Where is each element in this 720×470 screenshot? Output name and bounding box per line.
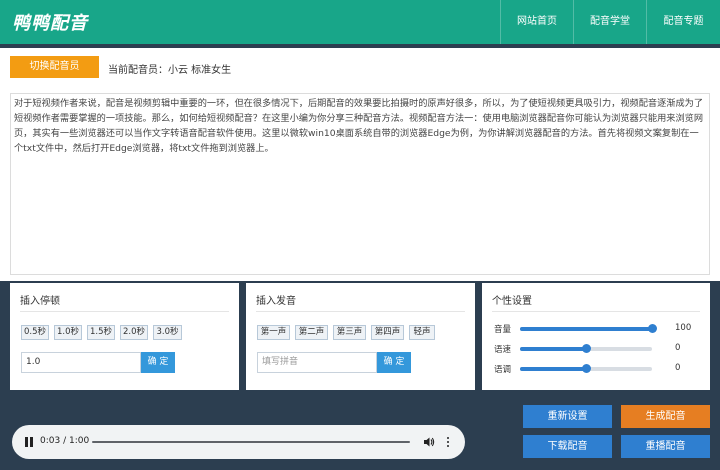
- speed-slider[interactable]: [520, 344, 652, 353]
- insert-pronunciation-card: 插入发音 第一声 第二声 第三声 第四声 轻声 填写拼音 确 定: [246, 283, 475, 390]
- slider-fill: [520, 347, 586, 351]
- pitch-slider[interactable]: [520, 364, 652, 373]
- personal-settings-card: 个性设置 音量 100 语速 0 语调 0: [482, 283, 710, 390]
- slider-thumb[interactable]: [582, 364, 591, 373]
- nav-home[interactable]: 网站首页: [500, 0, 573, 44]
- pinyin-confirm-button[interactable]: 确 定: [377, 352, 411, 373]
- playback-progress[interactable]: [92, 441, 410, 443]
- pause-chip[interactable]: 0.5秒: [21, 325, 49, 340]
- divider: [492, 311, 700, 312]
- tone-chip[interactable]: 第二声: [295, 325, 328, 340]
- download-button[interactable]: 下载配音: [523, 435, 612, 458]
- pause-duration-input[interactable]: 1.0: [21, 352, 141, 373]
- volume-label: 音量: [494, 325, 512, 335]
- replay-button[interactable]: 重播配音: [621, 435, 710, 458]
- divider: [256, 311, 465, 312]
- header-bar: 鸭鸭配音 网站首页 配音学堂 配音专题: [0, 0, 720, 44]
- slider-fill: [520, 367, 586, 371]
- slider-thumb[interactable]: [582, 344, 591, 353]
- pause-chip[interactable]: 1.0秒: [54, 325, 82, 340]
- current-voice-label: 当前配音员：小云 标准女生: [108, 65, 232, 76]
- nav-school[interactable]: 配音学堂: [573, 0, 646, 44]
- speed-value: 0: [675, 343, 681, 353]
- more-options-icon[interactable]: [446, 436, 450, 448]
- volume-slider[interactable]: [520, 324, 657, 333]
- card-title: 个性设置: [492, 296, 532, 307]
- pause-icon[interactable]: [24, 437, 34, 447]
- switch-voice-button[interactable]: 切换配音员: [10, 56, 99, 78]
- site-logo[interactable]: 鸭鸭配音: [12, 9, 88, 35]
- card-title: 插入发音: [256, 296, 296, 307]
- pause-chip[interactable]: 3.0秒: [153, 325, 182, 340]
- pinyin-input[interactable]: 填写拼音: [257, 352, 377, 373]
- card-title: 插入停顿: [20, 296, 60, 307]
- slider-fill: [520, 327, 652, 331]
- tone-chip[interactable]: 第三声: [333, 325, 366, 340]
- speed-label: 语速: [494, 345, 512, 355]
- playback-time: 0:03 / 1:00: [40, 436, 90, 446]
- nav-topics[interactable]: 配音专题: [646, 0, 720, 44]
- pitch-value: 0: [675, 363, 681, 373]
- audio-player: 0:03 / 1:00: [12, 425, 465, 459]
- slider-thumb[interactable]: [648, 324, 657, 333]
- tone-chip[interactable]: 轻声: [409, 325, 435, 340]
- tone-chip[interactable]: 第四声: [371, 325, 404, 340]
- generate-button[interactable]: 生成配音: [621, 405, 710, 428]
- tone-chip[interactable]: 第一声: [257, 325, 290, 340]
- pause-chip[interactable]: 1.5秒: [87, 325, 115, 340]
- reset-button[interactable]: 重新设置: [523, 405, 612, 428]
- volume-value: 100: [675, 323, 692, 333]
- pause-chip[interactable]: 2.0秒: [120, 325, 148, 340]
- pitch-label: 语调: [494, 365, 512, 375]
- pause-confirm-button[interactable]: 确 定: [141, 352, 175, 373]
- volume-icon[interactable]: [423, 436, 435, 448]
- editor-panel: 切换配音员 当前配音员：小云 标准女生 对于短视频作者来说，配音是视频剪辑中重要…: [0, 48, 720, 281]
- divider: [20, 311, 229, 312]
- insert-pause-card: 插入停顿 0.5秒 1.0秒 1.5秒 2.0秒 3.0秒 1.0 确 定: [10, 283, 239, 390]
- text-editor[interactable]: 对于短视频作者来说，配音是视频剪辑中重要的一环，但在很多情况下，后期配音的效果要…: [10, 93, 710, 275]
